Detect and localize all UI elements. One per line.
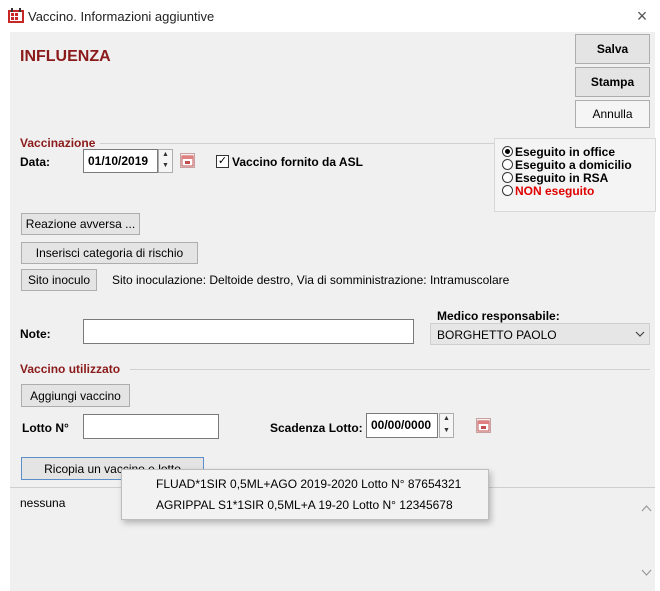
expiry-label: Scadenza Lotto:	[270, 421, 363, 435]
radio-button[interactable]	[502, 185, 513, 196]
print-button[interactable]: Stampa	[575, 67, 650, 97]
date-field[interactable]: 01/10/2019	[83, 149, 158, 173]
radio-label: NON eseguito	[515, 184, 595, 198]
doctor-label: Medico responsabile:	[437, 309, 560, 323]
popup-menu-item[interactable]: AGRIPPAL S1*1SIR 0,5ML+A 19-20 Lotto N° …	[156, 498, 453, 512]
calendar-icon[interactable]	[476, 418, 491, 433]
title-bar: Vaccino. Informazioni aggiuntive ×	[0, 0, 660, 32]
date-spinner[interactable]: ▲ ▼	[158, 149, 173, 173]
spin-down-icon[interactable]: ▼	[440, 426, 453, 438]
doctor-select[interactable]: BORGHETTO PAOLO	[430, 323, 650, 345]
expiry-field[interactable]: 00/00/0000	[366, 413, 438, 438]
popup-menu-item[interactable]: FLUAD*1SIR 0,5ML+AGO 2019-2020 Lotto N° …	[156, 477, 461, 491]
radio-button[interactable]	[502, 146, 513, 157]
vaccine-lot-popup-menu: FLUAD*1SIR 0,5ML+AGO 2019-2020 Lotto N° …	[121, 469, 489, 520]
notes-label: Note:	[20, 327, 51, 341]
cancel-button[interactable]: Annulla	[575, 100, 650, 128]
site-button[interactable]: Sito inoculo	[21, 269, 97, 291]
radio-button[interactable]	[502, 172, 513, 183]
lot-input[interactable]	[83, 414, 219, 439]
lot-label: Lotto N°	[22, 421, 69, 435]
vaccine-title: INFLUENZA	[20, 48, 111, 65]
scroll-up-icon[interactable]	[641, 505, 652, 512]
scrollbar[interactable]	[638, 488, 655, 591]
radio-label: Eseguito a domicilio	[515, 158, 632, 172]
app-icon	[8, 8, 24, 23]
window-title: Vaccino. Informazioni aggiuntive	[28, 9, 215, 24]
section-title-vaccino-utilizzato: Vaccino utilizzato	[20, 362, 121, 376]
date-label: Data:	[20, 155, 51, 169]
calendar-icon[interactable]	[180, 153, 195, 168]
add-vaccine-button[interactable]: Aggiungi vaccino	[21, 384, 130, 407]
asl-checkbox[interactable]: ✓	[216, 155, 229, 168]
close-icon[interactable]: ×	[632, 6, 652, 26]
asl-checkbox-label: Vaccino fornito da ASL	[232, 155, 363, 169]
doctor-select-value: BORGHETTO PAOLO	[437, 328, 557, 342]
scroll-down-icon[interactable]	[641, 569, 652, 576]
spin-up-icon[interactable]: ▲	[159, 150, 172, 161]
risk-category-button[interactable]: Inserisci categoria di rischio	[21, 242, 198, 264]
adverse-reaction-button[interactable]: Reazione avversa ...	[21, 213, 140, 235]
vaccine-list-text: nessuna	[20, 496, 66, 510]
radio-label: Eseguito in RSA	[515, 171, 609, 185]
spin-down-icon[interactable]: ▼	[159, 161, 172, 172]
section-divider	[130, 369, 650, 370]
section-divider	[100, 143, 495, 144]
expiry-spinner[interactable]: ▲ ▼	[439, 413, 454, 438]
save-button[interactable]: Salva	[575, 34, 650, 64]
chevron-down-icon[interactable]	[635, 331, 645, 338]
radio-button[interactable]	[502, 159, 513, 170]
notes-input[interactable]	[83, 319, 414, 344]
radio-label: Eseguito in office	[515, 145, 616, 159]
spin-up-icon[interactable]: ▲	[440, 414, 453, 426]
section-title-vaccinazione: Vaccinazione	[20, 136, 96, 150]
site-description: Sito inoculazione: Deltoide destro, Via …	[112, 273, 510, 287]
